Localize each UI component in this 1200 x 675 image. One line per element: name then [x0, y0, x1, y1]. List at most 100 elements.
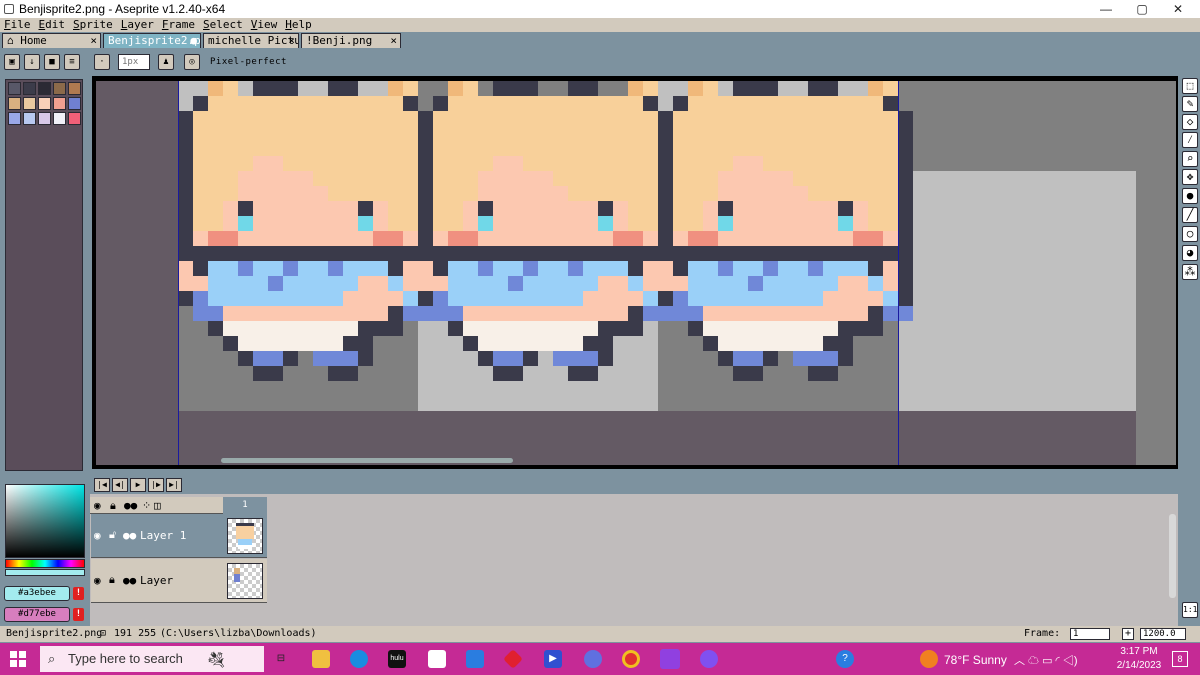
layer-name[interactable]: Layer: [140, 574, 173, 587]
menu-select[interactable]: Select: [199, 18, 247, 32]
palette-swatch[interactable]: [53, 97, 66, 110]
palette-swatch[interactable]: [23, 82, 36, 95]
tab-benji[interactable]: !Benji.png ×: [301, 33, 401, 48]
palette-swatch[interactable]: [68, 82, 81, 95]
menu-view[interactable]: View: [247, 18, 282, 32]
tab-michelle[interactable]: michelle Pictur ×: [203, 33, 299, 48]
task-view-icon[interactable]: ⊟: [272, 650, 290, 668]
alpha-slider[interactable]: [5, 569, 85, 576]
zoom-input[interactable]: 1200.0: [1140, 628, 1186, 640]
menu-sprite[interactable]: Sprite: [69, 18, 117, 32]
eyedropper-icon[interactable]: ⁄: [1182, 132, 1198, 148]
spray-icon[interactable]: ⁂: [1182, 264, 1198, 280]
tab-home[interactable]: ⌂ Home ×: [2, 33, 101, 48]
edge-icon[interactable]: [350, 650, 368, 668]
fill-icon[interactable]: ●: [1182, 188, 1198, 204]
menu-file[interactable]: File: [0, 18, 35, 32]
lock-icon[interactable]: ▣: [4, 54, 20, 70]
warning-icon[interactable]: !: [73, 587, 84, 600]
tray-icons[interactable]: ︿ ☁ ▭ ◜ ◁): [1014, 652, 1078, 668]
palette-swatch[interactable]: [68, 112, 81, 125]
menu-frame[interactable]: Frame: [158, 18, 199, 32]
eye-icon[interactable]: ◉: [94, 529, 101, 542]
hue-slider[interactable]: [5, 559, 85, 568]
tab-benjisprite2[interactable]: Benjisprite2.pnc ●: [103, 33, 201, 48]
palette-swatch[interactable]: [53, 112, 66, 125]
pencil-icon[interactable]: ✎: [1182, 96, 1198, 112]
tab-modified-icon[interactable]: ●: [190, 34, 197, 47]
download-icon[interactable]: ↓: [24, 54, 40, 70]
palette-swatch[interactable]: [8, 112, 21, 125]
palette-swatch[interactable]: [38, 82, 51, 95]
clock-date[interactable]: 2/14/2023: [1108, 660, 1170, 671]
windows-start-icon[interactable]: [10, 651, 26, 667]
layer-name[interactable]: Layer 1: [140, 529, 186, 542]
frame-header[interactable]: 1: [223, 497, 267, 514]
marquee-icon[interactable]: ⬚: [1182, 78, 1198, 94]
mail-icon[interactable]: [466, 650, 484, 668]
palette-swatch[interactable]: [23, 112, 36, 125]
move-icon[interactable]: ✥: [1182, 169, 1198, 185]
onion-range-icon[interactable]: ◫: [154, 499, 161, 512]
palette-swatch[interactable]: [38, 97, 51, 110]
editor[interactable]: [92, 76, 1178, 469]
canvas-area[interactable]: [96, 81, 1176, 465]
onion-skin-icon[interactable]: ⁘: [142, 499, 151, 512]
lock-icon[interactable]: 🔒︎: [109, 573, 115, 587]
frame-input[interactable]: 1: [1070, 628, 1110, 640]
pixel-perfect-label[interactable]: Pixel-perfect: [210, 57, 287, 67]
first-frame-icon[interactable]: |◀: [94, 478, 110, 492]
cel-thumbnail[interactable]: [227, 518, 263, 554]
timeline-scrollbar[interactable]: [1169, 514, 1176, 598]
maximize-button[interactable]: ▢: [1124, 0, 1160, 18]
palette-swatch[interactable]: [53, 82, 66, 95]
twitch-icon[interactable]: [660, 649, 680, 669]
warning-icon[interactable]: !: [73, 608, 84, 621]
cel-thumbnail[interactable]: [227, 563, 263, 599]
saturation-value-picker[interactable]: [5, 484, 85, 558]
menu-help[interactable]: Help: [281, 18, 316, 32]
menu-icon[interactable]: ≡: [64, 54, 80, 70]
background-color-button[interactable]: #d77ebe: [4, 607, 70, 622]
prime-video-icon[interactable]: ▶: [544, 650, 562, 668]
continuous-icon[interactable]: ●●: [123, 574, 136, 587]
lock-icon[interactable]: 🔒︎: [110, 499, 116, 513]
chrome-icon[interactable]: [622, 650, 640, 668]
ratio-button[interactable]: 1:1: [1182, 602, 1198, 618]
close-button[interactable]: ✕: [1160, 0, 1196, 18]
add-frame-button[interactable]: +: [1122, 628, 1134, 640]
prev-frame-icon[interactable]: ◀|: [112, 478, 128, 492]
minimize-button[interactable]: —: [1088, 0, 1124, 18]
messenger-icon[interactable]: [700, 650, 718, 668]
taskbar-search[interactable]: ⌕ Type here to search 💐︎: [40, 646, 264, 672]
next-frame-icon[interactable]: |▶: [148, 478, 164, 492]
tab-close-icon[interactable]: ×: [390, 34, 397, 47]
layer-row[interactable]: ◉ 🔓︎ ●● Layer 1: [91, 514, 267, 558]
palette-swatch[interactable]: [23, 97, 36, 110]
layer-row[interactable]: ◉ 🔒︎ ●● Layer: [91, 559, 267, 603]
weather-text[interactable]: 78°F Sunny: [944, 653, 1007, 667]
line-icon[interactable]: ╱: [1182, 207, 1198, 223]
palette-swatch[interactable]: [68, 97, 81, 110]
palette-swatch[interactable]: [38, 112, 51, 125]
menu-layer[interactable]: Layer: [117, 18, 158, 32]
notifications-icon[interactable]: 8: [1172, 651, 1188, 667]
tab-close-icon[interactable]: ×: [288, 34, 295, 47]
menu-edit[interactable]: Edit: [35, 18, 70, 32]
store-icon[interactable]: [428, 650, 446, 668]
person-icon[interactable]: ♟: [158, 54, 174, 70]
eye-icon[interactable]: ◉: [94, 499, 101, 512]
palette-swatch[interactable]: [8, 82, 21, 95]
app-diamond-icon[interactable]: [503, 649, 523, 669]
foreground-color-button[interactable]: #a3ebee: [4, 586, 70, 601]
discord-icon[interactable]: [584, 650, 602, 668]
blur-icon[interactable]: ◕: [1182, 245, 1198, 261]
palette-swatch[interactable]: [8, 97, 21, 110]
help-icon[interactable]: ?: [836, 650, 854, 668]
brush-shape-icon[interactable]: ·: [94, 54, 110, 70]
clock-time[interactable]: 3:17 PM: [1112, 646, 1166, 657]
ellipse-icon[interactable]: ○: [1182, 226, 1198, 242]
sprite-canvas[interactable]: [96, 81, 1176, 465]
horizontal-scrollbar[interactable]: [221, 458, 513, 463]
eraser-icon[interactable]: ◇: [1182, 114, 1198, 130]
